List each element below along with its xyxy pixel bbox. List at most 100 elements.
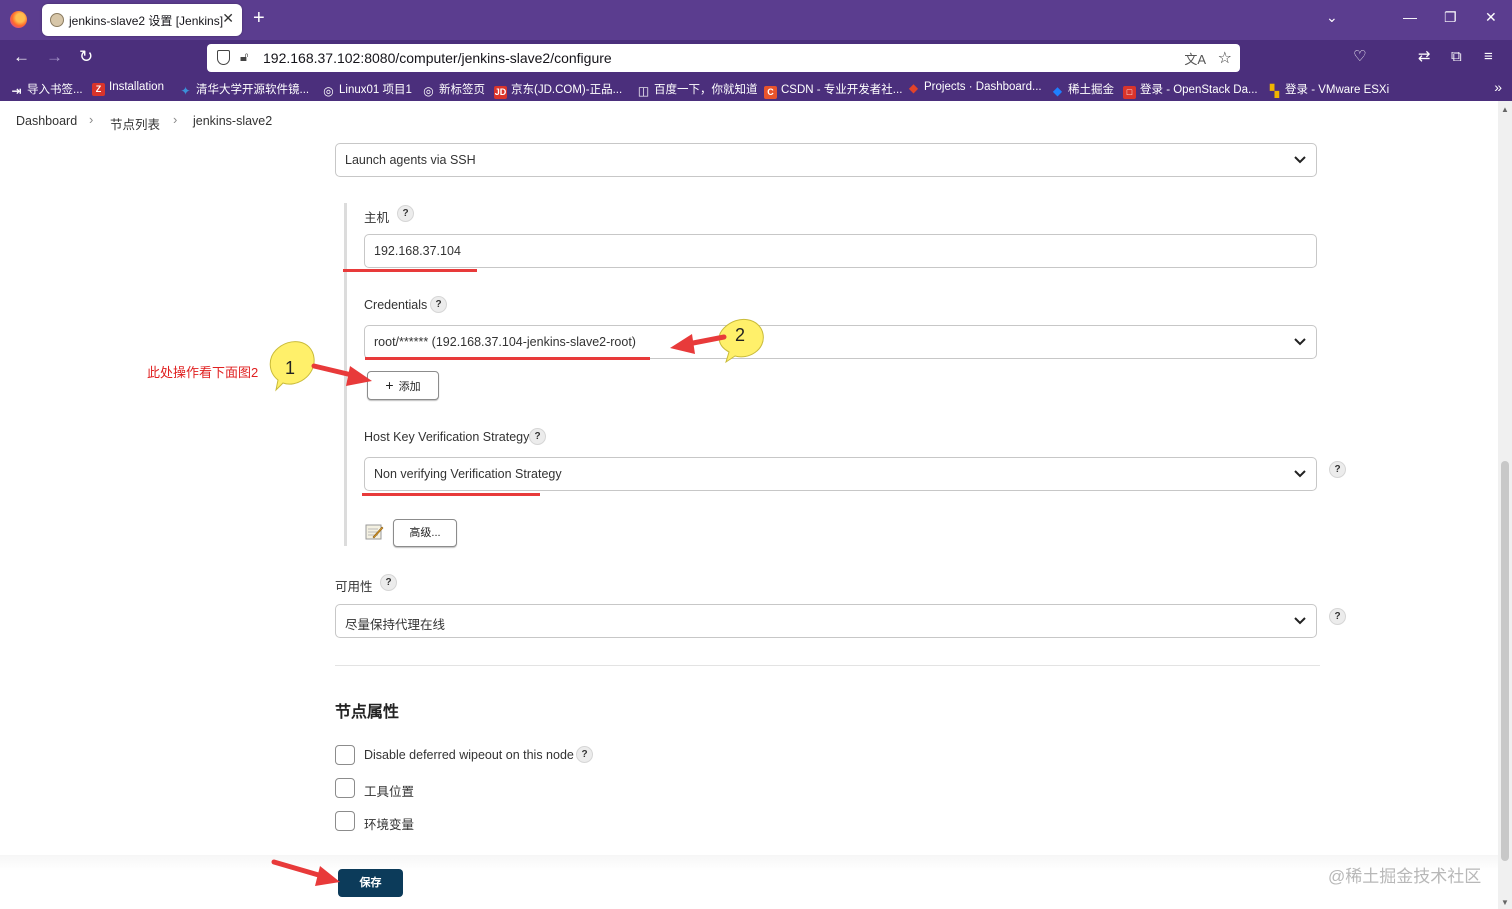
breadcrumb: Dashboard › 节点列表 › jenkins-slave2 — [0, 101, 1512, 141]
back-arrow-icon[interactable]: ← — [13, 48, 30, 66]
credentials-select[interactable]: root/****** (192.168.37.104-jenkins-slav… — [364, 325, 1317, 359]
page-scrollbar[interactable]: ▲ ▼ — [1498, 101, 1512, 909]
bookmark-label: 导入书签... — [27, 84, 83, 96]
restore-icon[interactable]: ❐ — [1444, 9, 1457, 26]
bookmark-item[interactable]: ▚ 登录 - VMware ESXi — [1268, 81, 1389, 98]
browser-tab[interactable]: jenkins-slave2 设置 [Jenkins] ✕ — [42, 4, 242, 36]
availability-help-icon[interactable]: ? — [380, 574, 397, 591]
baidu-icon: ◫ — [637, 84, 650, 98]
tool-locations-checkbox[interactable] — [335, 778, 355, 798]
credentials-label: Credentials — [364, 298, 428, 312]
disable-wipeout-label[interactable]: Disable deferred wipeout on this node — [364, 748, 574, 762]
bookmark-label: Projects · Dashboard... — [924, 81, 1042, 93]
annotation-badge-1: 1 — [269, 341, 315, 392]
openstack-icon: □ — [1123, 86, 1136, 99]
breadcrumb-dashboard[interactable]: Dashboard — [16, 114, 77, 128]
credentials-value: root/****** (192.168.37.104-jenkins-slav… — [374, 335, 636, 349]
bookmark-item[interactable]: ◎ 新标签页 — [422, 81, 485, 98]
bookmark-item[interactable]: ✦ 清华大学开源软件镜... — [179, 81, 309, 98]
firefox-logo-icon — [10, 11, 27, 28]
chevron-down-icon — [1294, 156, 1306, 164]
add-credentials-button[interactable]: + 添加 — [367, 371, 439, 400]
availability-label: 可用性 — [335, 580, 373, 594]
red-underline-annotation — [343, 269, 477, 272]
url-text[interactable]: 192.168.37.102:8080/computer/jenkins-sla… — [263, 50, 612, 66]
scroll-up-icon[interactable]: ▲ — [1501, 105, 1509, 114]
translate-extension-icon[interactable]: ⇄ — [1418, 49, 1431, 65]
availability-select[interactable]: 尽量保持代理在线 — [335, 604, 1317, 638]
chevron-down-icon — [1294, 470, 1306, 478]
z-icon: Z — [92, 83, 105, 96]
scroll-thumb[interactable] — [1501, 461, 1509, 861]
host-key-label: Host Key Verification Strategy — [364, 430, 530, 444]
bookmark-item[interactable]: ◆ 稀土掘金 — [1051, 81, 1114, 98]
reload-icon[interactable]: ↻ — [79, 48, 93, 66]
forward-arrow-icon[interactable]: → — [46, 48, 63, 66]
nested-section-line — [344, 203, 347, 546]
host-value: 192.168.37.104 — [374, 244, 461, 258]
bookmark-item[interactable]: JD 京东(JD.COM)-正品... — [494, 81, 622, 99]
node-properties-title: 节点属性 — [335, 704, 400, 721]
bookmark-label: 京东(JD.COM)-正品... — [511, 84, 623, 96]
menu-icon[interactable]: ≡ — [1484, 49, 1493, 65]
annotation-note: 此处操作看下面图2 — [147, 365, 259, 380]
pocket-icon[interactable]: ♡ — [1353, 49, 1366, 65]
env-vars-label[interactable]: 环境变量 — [364, 814, 414, 833]
host-key-strategy-select[interactable]: Non verifying Verification Strategy — [364, 457, 1317, 491]
launch-help-icon[interactable]: ? — [1329, 461, 1346, 478]
bookmark-item[interactable]: Z Installation — [92, 81, 164, 96]
chevron-down-icon — [1294, 617, 1306, 625]
close-window-icon[interactable]: ✕ — [1485, 9, 1497, 26]
minimize-icon[interactable]: — — [1403, 9, 1417, 25]
more-bookmarks-icon[interactable]: » — [1494, 79, 1502, 95]
availability-side-help-icon[interactable]: ? — [1329, 608, 1346, 625]
bookmark-label: 稀土掘金 — [1068, 84, 1114, 96]
launch-method-select[interactable]: Launch agents via SSH — [335, 143, 1317, 177]
host-input[interactable]: 192.168.37.104 — [364, 234, 1317, 268]
plus-icon: + — [385, 377, 394, 393]
bookmark-label: CSDN - 专业开发者社... — [781, 84, 903, 96]
watermark: @稀土掘金技术社区 — [1328, 867, 1482, 886]
gitlab-icon: ◆ — [908, 81, 919, 95]
bookmark-label: Installation — [109, 81, 164, 93]
advanced-button[interactable]: 高级... — [393, 519, 457, 547]
translate-icon[interactable]: 文A — [1184, 49, 1206, 68]
extensions-icon[interactable]: ⧉ — [1451, 49, 1462, 65]
globe-icon: ◎ — [323, 84, 334, 98]
insecure-lock-icon[interactable]: 🔓︎ — [240, 49, 248, 65]
bookmark-item[interactable]: ◆ Projects · Dashboard... — [907, 81, 1042, 95]
bookmark-label: Linux01 项目1 — [339, 84, 412, 96]
csdn-icon: C — [764, 86, 777, 99]
bookmark-item[interactable]: □ 登录 - OpenStack Da... — [1123, 81, 1258, 99]
tool-locations-label[interactable]: 工具位置 — [364, 781, 414, 800]
globe-icon: ◎ — [423, 84, 434, 98]
bookmark-item[interactable]: C CSDN - 专业开发者社... — [764, 81, 902, 99]
env-vars-checkbox[interactable] — [335, 811, 355, 831]
host-key-help-icon[interactable]: ? — [529, 428, 546, 445]
bookmark-item[interactable]: ◎ Linux01 项目1 — [322, 81, 412, 98]
host-help-icon[interactable]: ? — [397, 205, 414, 222]
disable-wipeout-help-icon[interactable]: ? — [576, 746, 593, 763]
breadcrumb-node[interactable]: jenkins-slave2 — [193, 114, 272, 128]
host-label: 主机 — [364, 211, 390, 225]
disable-wipeout-checkbox[interactable] — [335, 745, 355, 765]
section-divider — [335, 665, 1320, 666]
tracking-shield-icon[interactable] — [217, 50, 230, 65]
red-underline-annotation — [365, 357, 650, 360]
breadcrumb-node-list[interactable]: 节点列表 — [110, 114, 160, 133]
scroll-down-icon[interactable]: ▼ — [1501, 898, 1509, 907]
credentials-help-icon[interactable]: ? — [430, 296, 447, 313]
bookmark-label: 清华大学开源软件镜... — [196, 84, 310, 96]
notepad-edit-icon — [365, 524, 384, 540]
bookmark-star-icon[interactable]: ☆ — [1218, 48, 1232, 68]
add-button-label: 添加 — [398, 381, 421, 393]
new-tab-button[interactable]: + — [253, 8, 265, 28]
address-bar[interactable]: 🔓︎ 192.168.37.102:8080/computer/jenkins-… — [207, 44, 1240, 72]
bookmark-item[interactable]: ◫ 百度一下，你就知道 — [637, 81, 758, 98]
tab-close-icon[interactable]: ✕ — [222, 10, 234, 27]
save-button[interactable]: 保存 — [338, 869, 403, 897]
tab-list-chevron-icon[interactable]: ⌄ — [1326, 9, 1338, 26]
juejin-icon: ◆ — [1052, 84, 1063, 98]
bookmark-label: 百度一下，你就知道 — [654, 84, 758, 96]
bookmark-item[interactable]: ⇥ 导入书签... — [10, 81, 83, 98]
